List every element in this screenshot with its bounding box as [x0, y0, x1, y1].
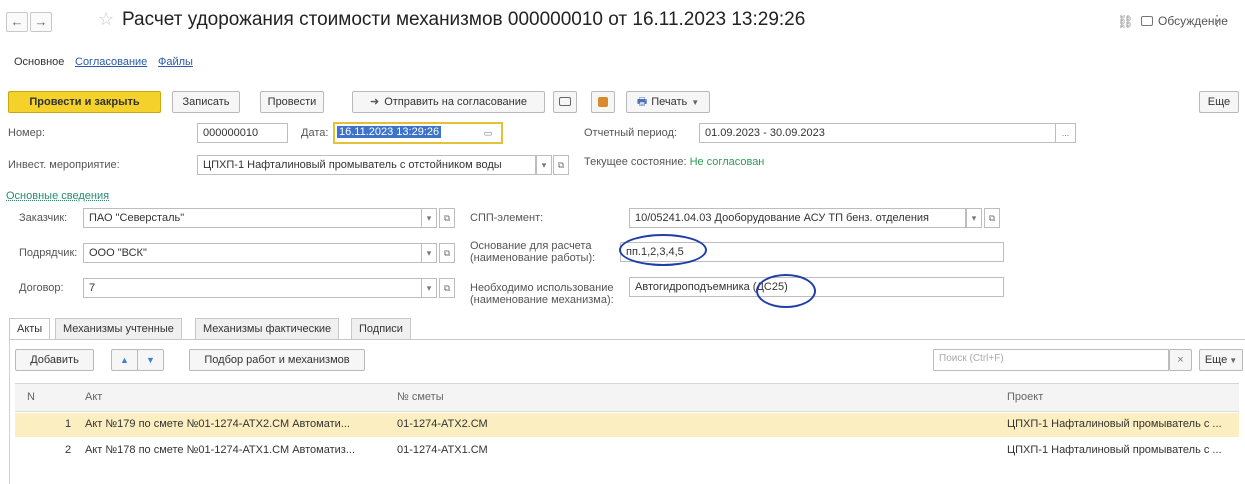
structure-icon — [598, 97, 608, 107]
date-field[interactable]: 16.11.2023 13:29:26 — [333, 122, 503, 144]
customer-label: Заказчик: — [19, 212, 68, 224]
main-info-section-link[interactable]: Основные сведения — [6, 190, 109, 202]
favorite-star-icon[interactable]: ☆ — [98, 9, 114, 30]
spp-field[interactable]: 10/05241.04.03 Дооборудование АСУ ТП бен… — [629, 208, 966, 228]
comment-button[interactable] — [553, 91, 577, 113]
tab-divider — [9, 339, 1245, 340]
number-label: Номер: — [8, 127, 45, 139]
search-input[interactable]: Поиск (Ctrl+F) — [933, 349, 1169, 371]
more-button[interactable]: Еще — [1199, 91, 1239, 113]
cell-n: 1 — [65, 418, 72, 430]
tab-signatures[interactable]: Подписи — [351, 318, 411, 340]
table-more-button[interactable]: Еще ▼ — [1199, 349, 1243, 371]
post-button[interactable]: Провести — [260, 91, 324, 113]
subtab-files[interactable]: Файлы — [158, 56, 193, 68]
cell-estimate: 01-1274-АТХ2.СМ — [397, 418, 488, 430]
calendar-icon[interactable]: ▭ — [480, 124, 496, 144]
invest-label: Инвест. мероприятие: — [8, 159, 120, 171]
invest-open-link-icon[interactable]: ⧉ — [553, 155, 569, 175]
page-title: Расчет удорожания стоимости механизмов 0… — [122, 9, 806, 30]
invest-field[interactable]: ЦПХП-1 Нафталиновый промыватель с отстой… — [197, 155, 536, 175]
clear-search-icon[interactable]: × — [1169, 349, 1192, 371]
date-value: 16.11.2023 13:29:26 — [337, 126, 442, 138]
save-button[interactable]: Записать — [172, 91, 240, 113]
spp-label: СПП-элемент: — [470, 212, 544, 224]
post-and-close-button[interactable]: Провести и закрыть — [8, 91, 161, 113]
comment-icon — [559, 97, 571, 106]
send-approval-button[interactable]: ➜ Отправить на согласование — [352, 91, 545, 113]
tab-mechanisms-actual[interactable]: Механизмы фактические — [195, 318, 340, 340]
back-button[interactable]: ← — [6, 12, 28, 32]
cell-act: Акт №179 по смете №01-1274-АТХ2.СМ Автом… — [85, 418, 350, 430]
subtab-main[interactable]: Основное — [14, 56, 64, 68]
customer-field[interactable]: ПАО "Северсталь" — [83, 208, 422, 228]
move-down-button[interactable]: ▼ — [137, 349, 164, 371]
print-label: Печать — [651, 96, 688, 108]
date-label: Дата: — [301, 127, 329, 139]
customer-dropdown[interactable]: ▾ — [421, 208, 437, 228]
tab-mechanisms-accounted[interactable]: Механизмы учтенные — [55, 318, 182, 340]
structure-button[interactable] — [591, 91, 615, 113]
contractor-label: Подрядчик: — [19, 247, 78, 259]
chat-icon — [1141, 16, 1153, 26]
need-label: Необходимо использование (наименование м… — [470, 282, 614, 306]
col-estimate-header[interactable]: № сметы — [397, 391, 444, 403]
basis-label: Основание для расчета (наименование рабо… — [470, 240, 596, 264]
send-icon: ➜ — [369, 96, 380, 108]
state-label: Текущее состояние: Не согласован — [584, 156, 765, 168]
period-choose-button[interactable]: ... — [1055, 123, 1076, 143]
add-button[interactable]: Добавить — [15, 349, 94, 371]
tab-acts[interactable]: Акты — [9, 318, 51, 340]
col-n-header[interactable]: N — [27, 391, 35, 403]
table-row[interactable]: 1 Акт №179 по смете №01-1274-АТХ2.СМ Авт… — [15, 413, 1239, 437]
acts-table: N Акт № сметы Проект 1 Акт №179 по смете… — [15, 383, 1239, 463]
contract-field[interactable]: 7 — [83, 278, 422, 298]
customer-open-link-icon[interactable]: ⧉ — [439, 208, 455, 228]
col-act-header[interactable]: Акт — [85, 391, 102, 403]
contractor-open-link-icon[interactable]: ⧉ — [439, 243, 455, 263]
cell-project: ЦПХП-1 Нафталиновый промыватель с ... — [1007, 418, 1222, 430]
cell-act: Акт №178 по смете №01-1274-АТХ1.СМ Автом… — [85, 444, 355, 456]
state-value: Не согласован — [689, 156, 765, 168]
contractor-dropdown[interactable]: ▾ — [421, 243, 437, 263]
chevron-down-icon: ▼ — [691, 98, 700, 107]
table-header-row: N Акт № сметы Проект — [15, 384, 1239, 412]
move-up-button[interactable]: ▲ — [111, 349, 138, 371]
panel-left-border — [9, 340, 10, 484]
col-project-header[interactable]: Проект — [1007, 391, 1043, 403]
invest-dropdown[interactable]: ▾ — [536, 155, 552, 175]
subtab-approval[interactable]: Согласование — [75, 56, 147, 68]
contract-open-link-icon[interactable]: ⧉ — [439, 278, 455, 298]
print-button[interactable]: 🖶 Печать ▼ — [626, 91, 710, 113]
more-vertical-icon[interactable]: ⋮ — [1210, 12, 1224, 29]
pick-works-button[interactable]: Подбор работ и механизмов — [189, 349, 365, 371]
spp-open-link-icon[interactable]: ⧉ — [984, 208, 1000, 228]
number-field[interactable]: 000000010 — [197, 123, 288, 143]
forward-button[interactable]: → — [30, 12, 52, 32]
period-label: Отчетный период: — [584, 127, 677, 139]
need-field[interactable]: Автогидроподъемника (ДС25) — [629, 277, 1004, 297]
link-icon[interactable]: ⛓ — [1117, 14, 1134, 30]
cell-project: ЦПХП-1 Нафталиновый промыватель с ... — [1007, 444, 1222, 456]
period-field[interactable]: 01.09.2023 - 30.09.2023 — [699, 123, 1056, 143]
contractor-field[interactable]: ООО "ВСК" — [83, 243, 422, 263]
contract-label: Договор: — [19, 282, 64, 294]
contract-dropdown[interactable]: ▾ — [421, 278, 437, 298]
send-approval-label: Отправить на согласование — [384, 96, 528, 108]
table-row[interactable]: 2 Акт №178 по смете №01-1274-АТХ1.СМ Авт… — [15, 439, 1239, 463]
chevron-down-icon: ▼ — [1229, 356, 1238, 365]
spp-dropdown[interactable]: ▾ — [966, 208, 982, 228]
annotation-circle-basis — [619, 234, 707, 266]
cell-estimate: 01-1274-АТХ1.СМ — [397, 444, 488, 456]
printer-icon: 🖶 — [636, 96, 648, 108]
annotation-circle-mechanism — [756, 274, 816, 308]
table-more-label: Еще — [1204, 354, 1228, 366]
cell-n: 2 — [65, 444, 72, 456]
